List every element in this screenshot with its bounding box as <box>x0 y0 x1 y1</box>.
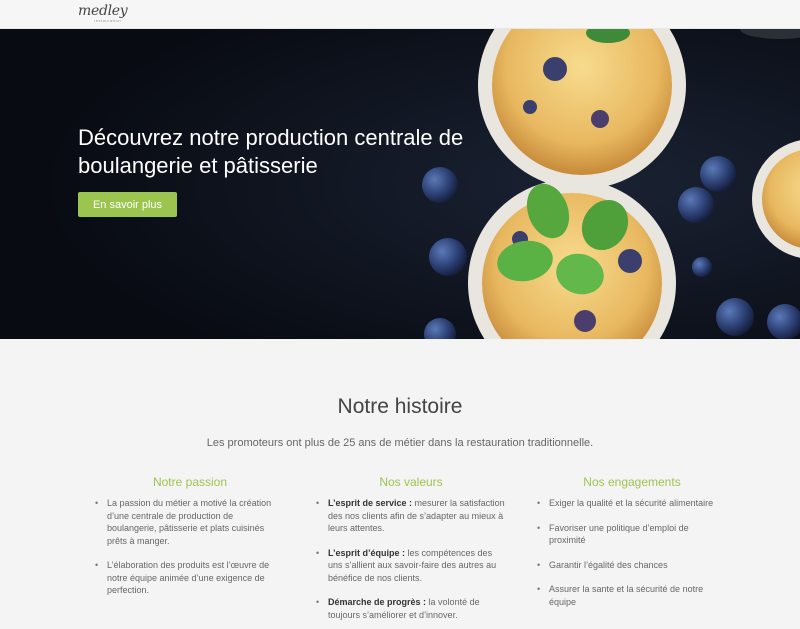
passion-list: La passion du métier a motivé la créatio… <box>95 497 285 597</box>
medley-logo[interactable]: medley restauration <box>78 2 128 24</box>
our-story-section: Notre histoire Les promoteurs ont plus d… <box>0 339 800 629</box>
list-item: L’esprit d’équipe : les compétences des … <box>316 547 506 585</box>
logo-text: medley <box>78 3 128 19</box>
column-heading: Nos engagements <box>583 475 681 489</box>
list-item: Démarche de progrès : la volonté de touj… <box>316 596 506 621</box>
column-values: Nos valeurs L’esprit de service : mesure… <box>316 475 506 629</box>
column-commitments: Nos engagements Exiger la qualité et la … <box>537 475 727 620</box>
column-heading: Nos valeurs <box>379 475 443 489</box>
hero-banner: Découvrez notre production centrale de b… <box>0 29 800 339</box>
list-item: La passion du métier a motivé la créatio… <box>95 497 285 547</box>
list-item: Exiger la qualité et la sécurité aliment… <box>537 497 727 510</box>
column-heading: Notre passion <box>152 475 228 489</box>
hero-title: Découvrez notre production centrale de b… <box>78 125 464 178</box>
top-navigation-bar: medley restauration <box>0 0 800 29</box>
column-passion: Notre passion La passion du métier a mot… <box>95 475 285 609</box>
list-item: L’élaboration des produits est l’œuvre d… <box>95 559 285 597</box>
list-item: L’esprit de service : mesurer la satisfa… <box>316 497 506 535</box>
commitments-list: Exiger la qualité et la sécurité aliment… <box>537 497 727 608</box>
list-item: Favoriser une politique d’emploi de prox… <box>537 522 727 547</box>
values-list: L’esprit de service : mesurer la satisfa… <box>316 497 506 621</box>
section-title: Notre histoire <box>337 395 463 418</box>
learn-more-button[interactable]: En savoir plus <box>78 192 177 217</box>
list-item: Assurer la sante et la sécurité de notre… <box>537 583 727 608</box>
muffins-blueberries-image <box>0 29 800 339</box>
list-item: Garantir l’égalité des chances <box>537 559 727 572</box>
section-intro: Les promoteurs ont plus de 25 ans de mét… <box>206 437 594 449</box>
